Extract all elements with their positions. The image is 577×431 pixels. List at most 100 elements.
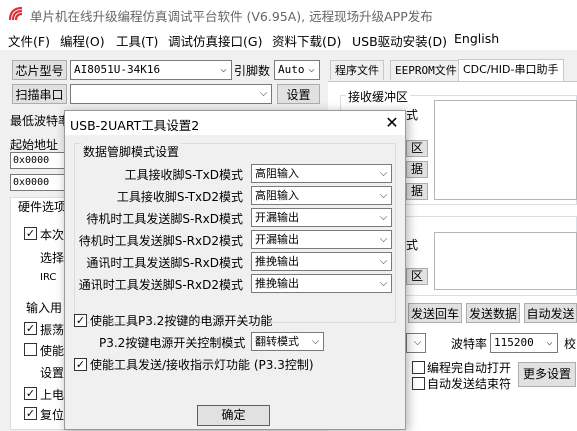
auto-send-button[interactable]: 自动发送 [524,303,577,323]
partial-label-1: 式 [406,108,419,122]
chevron-down-icon: ⌵ [413,337,422,348]
parity-label: 校 [564,337,577,351]
send-return-button[interactable]: 发送回车 [408,303,462,323]
menu-english[interactable]: English [454,31,499,46]
chevron-down-icon: ⌵ [379,168,388,179]
baud-value: 115200 [494,336,534,349]
dialog-title: USB-2UART工具设置2 [70,118,200,133]
comm-rxd-mode-label: 通讯时工具发送脚S-RxD模式 [86,256,243,270]
baud-select[interactable]: 115200 ⌵ [490,333,558,353]
pin-mode-group-title: 数据管脚模式设置 [81,143,182,160]
port-select[interactable]: ⌵ [70,84,272,104]
window-title: 单片机在线升级编程仿真调试平台软件 (V6.95A), 远程现场升级APP发布 [30,9,433,24]
led-indicator-label: 使能工具发送/接收指示灯功能 (P3.3控制) [90,358,314,372]
usb-uart-settings-dialog: USB-2UART工具设置2 ✕ 数据管脚模式设置 工具接收脚S-TxD模式 高… [64,110,406,430]
chip-type-button[interactable]: 芯片型号 [12,60,67,80]
pin-count-label: 引脚数 [234,64,271,78]
pin-count-value: Auto [278,63,305,76]
send-data-button[interactable]: 发送数据 [466,303,520,323]
chevron-down-icon: ⌵ [379,234,388,245]
chevron-down-icon: ⌵ [379,212,388,223]
chevron-down-icon: ⌵ [379,278,388,289]
power-mode-value: 翻转模式 [255,335,299,348]
option-checkbox-1[interactable]: ✓ [24,227,37,240]
option-checkbox-5[interactable]: ✓ [24,322,37,335]
standby-rxd-mode-select[interactable]: 开漏输出 ⌵ [251,208,392,227]
save-recv-button[interactable]: 据 [406,161,428,178]
close-icon[interactable]: ✕ [379,111,405,135]
menu-downloads[interactable]: 资料下载(D) [272,31,341,50]
power-switch-label: 使能工具P3.2按键的电源开关功能 [90,314,273,328]
menu-bar: 文件(F) 编程(O) 工具(T) 调试仿真接口(G) 资料下载(D) USB驱… [0,28,577,50]
standby-rxd2-mode-value: 开漏输出 [255,233,299,246]
port-settings-button[interactable]: 设置 [277,84,320,104]
option-label-4: 输入用 [26,301,63,315]
rx-txd2-mode-select[interactable]: 高阻输入 ⌵ [251,186,392,205]
power-mode-label: P3.2按键电源开关控制模式 [99,336,246,350]
option-checkbox-8[interactable]: ✓ [24,387,37,400]
rx-txd-mode-select[interactable]: 高阻输入 ⌵ [251,164,392,183]
tab-program-file[interactable]: 程序文件 [330,60,384,80]
rx-txd-mode-value: 高阻输入 [255,167,299,180]
chevron-down-icon: ⌵ [379,190,388,201]
rx-txd2-mode-value: 高阻输入 [255,189,299,202]
chevron-down-icon: ⌵ [259,88,268,99]
ok-button[interactable]: 确定 [197,405,270,426]
auto-send-end-checkbox[interactable] [412,377,425,390]
standby-rxd-mode-label: 待机时工具发送脚S-RxD模式 [86,212,243,226]
chevron-down-icon: ⌵ [546,337,553,348]
dialog-title-bar: USB-2UART工具设置2 ✕ [65,111,405,135]
option-label-9: 复位 [40,408,65,422]
rx-txd2-mode-label: 工具接收脚S-TxD2模式 [116,190,243,204]
comm-rxd-mode-select[interactable]: 推挽输出 ⌵ [251,252,392,271]
port-number-select[interactable]: ⌵ [406,333,426,353]
auto-open-label: 编程完自动打开 [427,361,512,375]
scan-port-button[interactable]: 扫描串口 [12,84,67,104]
chip-type-select[interactable]: AI8051U-34K16 ⌵ [70,60,232,80]
option-checkbox-9[interactable]: ✓ [24,407,37,420]
chevron-down-icon: ⌵ [308,64,315,75]
led-indicator-checkbox[interactable]: ✓ [74,358,87,371]
clear-send-button[interactable]: 区 [406,268,428,285]
comm-rxd-mode-value: 推挽输出 [255,255,299,268]
chip-type-value: AI8051U-34K16 [74,63,161,76]
menu-debug-interface[interactable]: 调试仿真接口(G) [168,31,262,50]
baud-label: 波特率 [451,337,488,351]
option-checkbox-6[interactable] [24,343,37,356]
standby-rxd2-mode-select[interactable]: 开漏输出 ⌵ [251,230,392,249]
copy-recv-button[interactable]: 据 [406,183,428,200]
option-label-5: 振荡 [40,323,65,337]
standby-rxd-mode-value: 开漏输出 [255,211,299,224]
menu-tools[interactable]: 工具(T) [116,31,158,50]
menu-program[interactable]: 编程(O) [60,31,105,50]
min-baud-label: 最低波特率 [10,114,71,128]
pin-count-select[interactable]: Auto ⌵ [274,60,320,80]
option-label-7: 设置 [40,366,65,380]
power-mode-select[interactable]: 翻转模式 ⌵ [251,332,324,351]
comm-rxd2-mode-select[interactable]: 推挽输出 ⌵ [251,274,392,293]
menu-file[interactable]: 文件(F) [8,31,50,50]
auto-send-end-label: 自动发送结束符 [427,377,512,391]
partial-label-2: 式 [406,238,419,252]
comm-rxd2-mode-value: 推挽输出 [255,277,299,290]
option-label-8: 上电 [40,388,65,402]
send-buffer-textarea[interactable] [434,232,577,290]
recv-buffer-textarea[interactable] [434,100,577,200]
clear-recv-button[interactable]: 区 [406,140,428,157]
chevron-down-icon: ⌵ [379,256,388,267]
app-icon [8,6,23,21]
start-addr-label: 起始地址 [10,138,59,152]
chevron-down-icon: ⌵ [311,336,320,347]
comm-rxd2-mode-label: 通讯时工具发送脚S-RxD2模式 [78,278,243,292]
more-settings-button[interactable]: 更多设置 [518,362,576,387]
menu-usb-driver[interactable]: USB驱动安装(D) [352,31,447,50]
power-switch-checkbox[interactable]: ✓ [74,314,87,327]
recv-buffer-label: 接收缓冲区 [346,88,411,105]
option-label-6: 使能 [40,344,65,358]
tab-eeprom-file[interactable]: EEPROM文件 [390,60,462,80]
tab-serial-assistant[interactable]: CDC/HID-串口助手 [458,59,564,81]
standby-rxd2-mode-label: 待机时工具发送脚S-RxD2模式 [78,234,243,248]
auto-open-checkbox[interactable] [412,361,425,374]
title-bar: 单片机在线升级编程仿真调试平台软件 (V6.95A), 远程现场升级APP发布 [0,0,577,28]
tab-strip: 程序文件 EEPROM文件 CDC/HID-串口助手 [328,59,577,82]
